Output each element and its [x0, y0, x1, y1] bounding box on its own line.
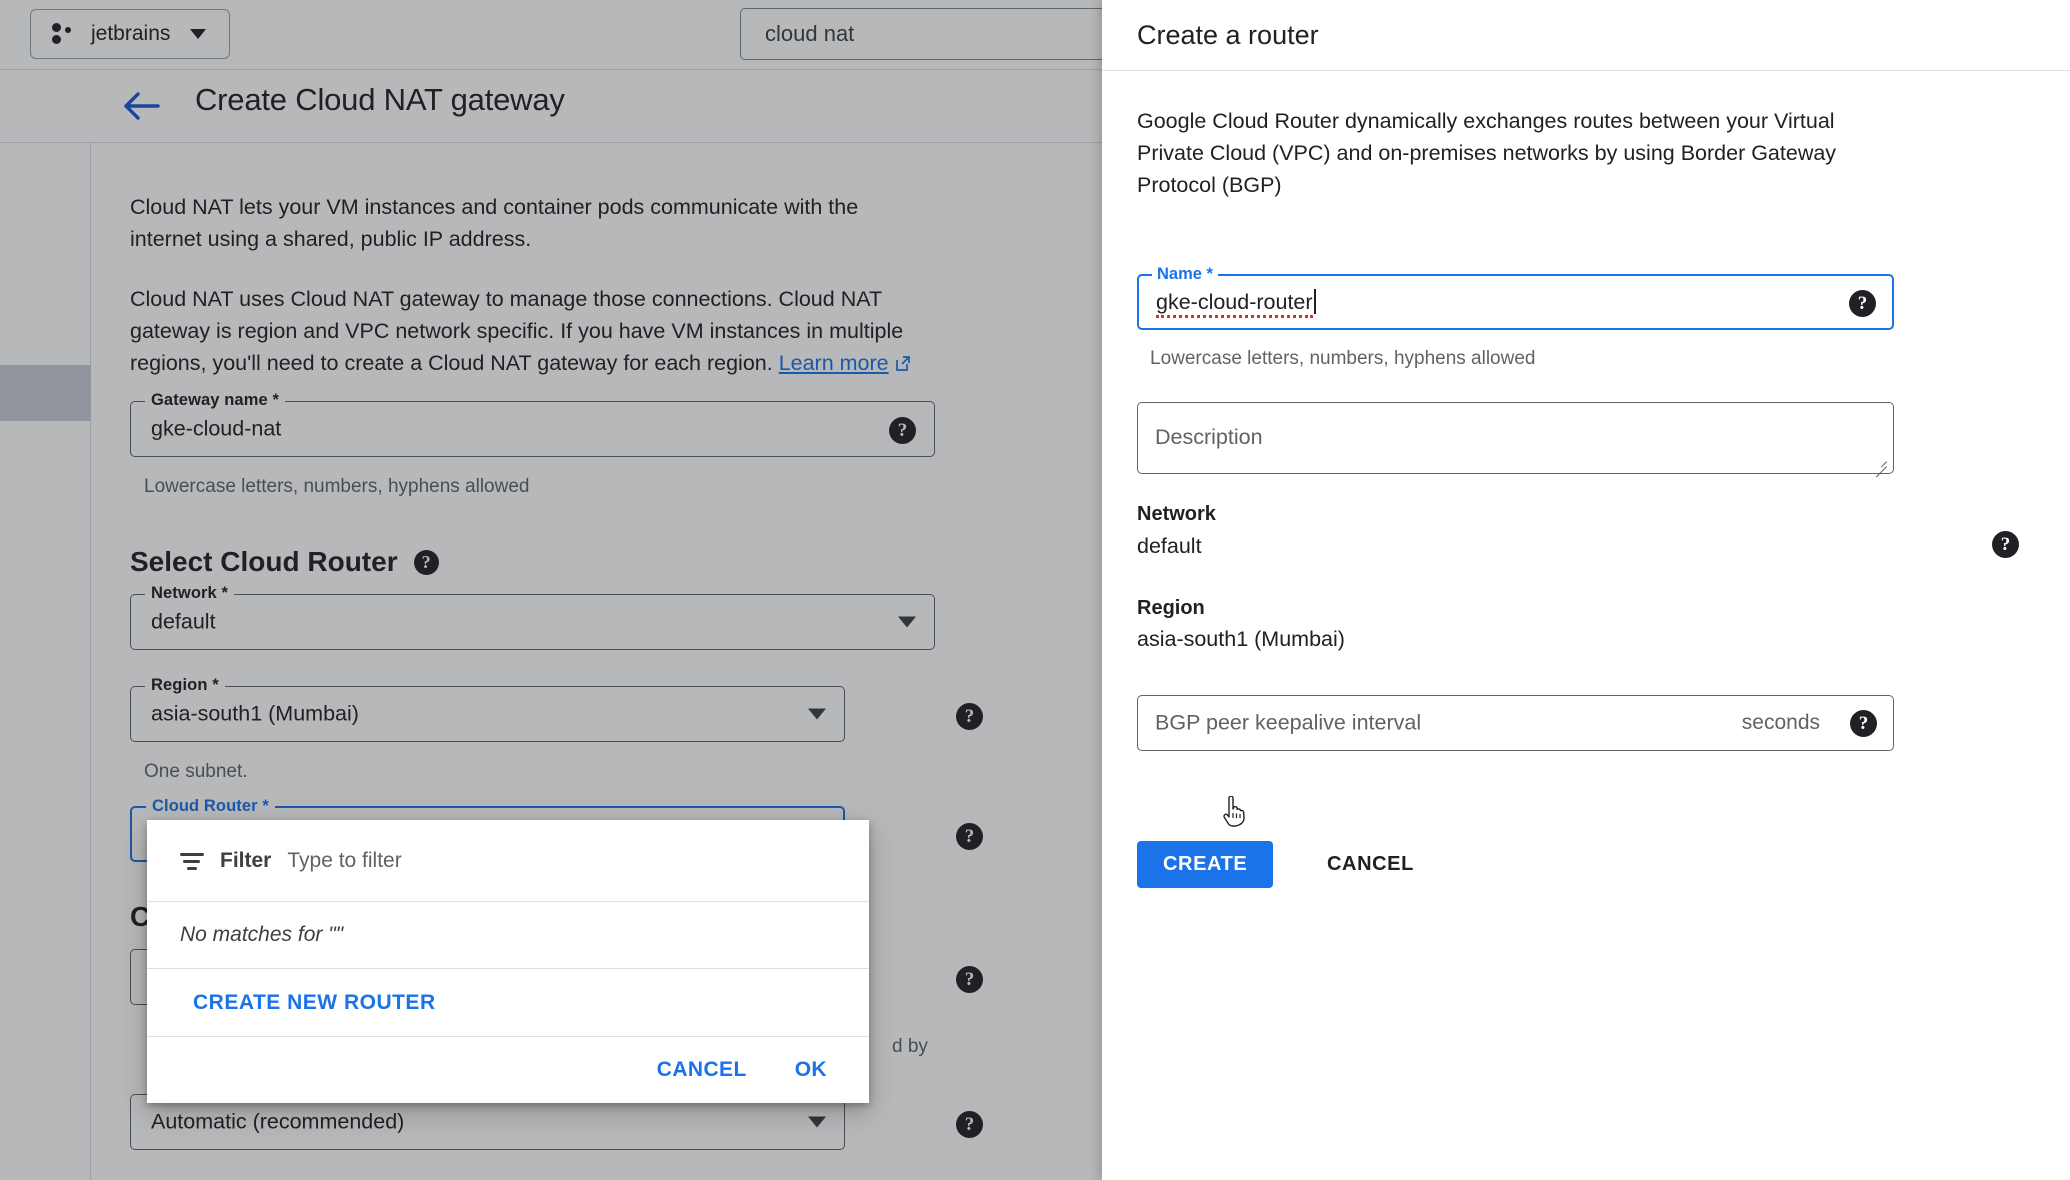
router-name-value: gke-cloud-router [1156, 290, 1313, 318]
help-icon[interactable]: ? [956, 966, 983, 993]
learn-more-link[interactable]: Learn more [779, 351, 889, 375]
network-select[interactable]: Network * default [130, 584, 935, 650]
help-icon[interactable]: ? [889, 417, 916, 444]
help-icon[interactable]: ? [956, 823, 983, 850]
nat-ip-addresses-value: Automatic (recommended) [151, 1109, 405, 1134]
help-icon[interactable]: ? [413, 549, 439, 575]
router-name-value-wrap: gke-cloud-router [1156, 289, 1316, 318]
panel-network-value: default [1137, 534, 1202, 558]
panel-network-label: Network [1137, 503, 1216, 525]
screen-root: jetbrains cloud nat s t C [0, 0, 2070, 1180]
panel-region-label: Region [1137, 597, 1205, 619]
help-icon[interactable]: ? [956, 1111, 983, 1138]
router-description-placeholder: Description [1155, 425, 1263, 449]
intro-paragraph-1: Cloud NAT lets your VM instances and con… [130, 195, 859, 251]
panel-title: Create a router [1137, 19, 1319, 50]
help-icon[interactable]: ? [1850, 710, 1877, 737]
top-bar: jetbrains cloud nat [0, 0, 1102, 70]
region-label: Region * [145, 676, 225, 695]
create-button[interactable]: CREATE [1137, 841, 1274, 888]
region-value: asia-south1 (Mumbai) [151, 701, 359, 726]
cloud-router-label: Cloud Router * [146, 797, 275, 816]
filter-input[interactable]: Type to filter [287, 849, 401, 873]
bgp-keepalive-placeholder: BGP peer keepalive interval [1155, 710, 1422, 735]
chevron-down-icon[interactable] [898, 616, 916, 628]
search-input[interactable]: cloud nat [740, 8, 1102, 60]
dropdown-ok-button[interactable]: OK [795, 1058, 827, 1082]
network-label: Network * [145, 584, 235, 603]
select-cloud-router-heading: Select Cloud Router ? [130, 546, 439, 578]
network-value: default [151, 609, 216, 634]
dropdown-actions: CANCEL OK [147, 1037, 869, 1102]
gateway-name-hint: Lowercase letters, numbers, hyphens allo… [144, 476, 530, 497]
search-value: cloud nat [765, 21, 855, 46]
help-icon[interactable]: ? [1849, 290, 1876, 317]
project-dots-icon [51, 22, 77, 46]
dropdown-cancel-button[interactable]: CANCEL [657, 1058, 747, 1082]
panel-region-value: asia-south1 (Mumbai) [1137, 627, 1345, 651]
gateway-name-label: Gateway name * [145, 391, 285, 410]
help-icon[interactable]: ? [956, 703, 983, 730]
panel-description: Google Cloud Router dynamically exchange… [1137, 109, 1837, 197]
page-title: Create Cloud NAT gateway [195, 82, 565, 117]
gateway-name-field[interactable]: Gateway name * gke-cloud-nat ? [130, 391, 935, 457]
router-description-field[interactable]: Description [1137, 402, 1894, 474]
bgp-keepalive-field[interactable]: BGP peer keepalive interval seconds ? [1137, 695, 1894, 751]
region-hint: One subnet. [144, 761, 248, 782]
project-selector-chip[interactable]: jetbrains [30, 9, 230, 59]
region-select[interactable]: Region * asia-south1 (Mumbai) [130, 676, 845, 742]
intro-paragraph-2: Cloud NAT uses Cloud NAT gateway to mana… [130, 283, 925, 381]
panel-header: Create a router [1102, 0, 2070, 71]
router-name-hint: Lowercase letters, numbers, hyphens allo… [1150, 348, 1536, 369]
external-link-icon[interactable] [894, 349, 911, 381]
text-caret [1313, 289, 1316, 314]
project-name-label: jetbrains [91, 22, 171, 45]
filter-label: Filter [220, 848, 272, 872]
chevron-down-icon[interactable] [808, 708, 826, 720]
cancel-button[interactable]: CANCEL [1313, 841, 1428, 888]
cloud-router-dropdown-panel: Filter Type to filter No matches for "" … [147, 820, 869, 1103]
filter-icon [180, 851, 204, 871]
left-nav-column: s t [0, 70, 91, 1180]
create-new-router-option[interactable]: CREATE NEW ROUTER [147, 969, 869, 1037]
help-icon[interactable]: ? [1992, 531, 2019, 558]
dropdown-empty-message: No matches for "" [147, 902, 869, 969]
sidebar-item-active[interactable] [0, 365, 91, 421]
section-title-text: Select Cloud Router [130, 546, 398, 577]
chevron-down-icon[interactable] [808, 1116, 826, 1128]
bgp-keepalive-unit: seconds [1741, 711, 1820, 734]
router-name-label: Name * [1152, 265, 1218, 284]
chevron-down-icon [190, 29, 207, 39]
create-router-panel: Create a router Google Cloud Router dyna… [1102, 0, 2070, 1180]
resize-handle-icon[interactable] [1874, 455, 1887, 468]
router-name-field[interactable]: Name * gke-cloud-router ? [1137, 265, 1894, 330]
back-arrow-icon[interactable] [117, 82, 165, 130]
obscured-text-fragment: d by [892, 1036, 928, 1057]
gateway-name-value: gke-cloud-nat [151, 416, 282, 441]
dropdown-filter-row[interactable]: Filter Type to filter [147, 820, 869, 902]
